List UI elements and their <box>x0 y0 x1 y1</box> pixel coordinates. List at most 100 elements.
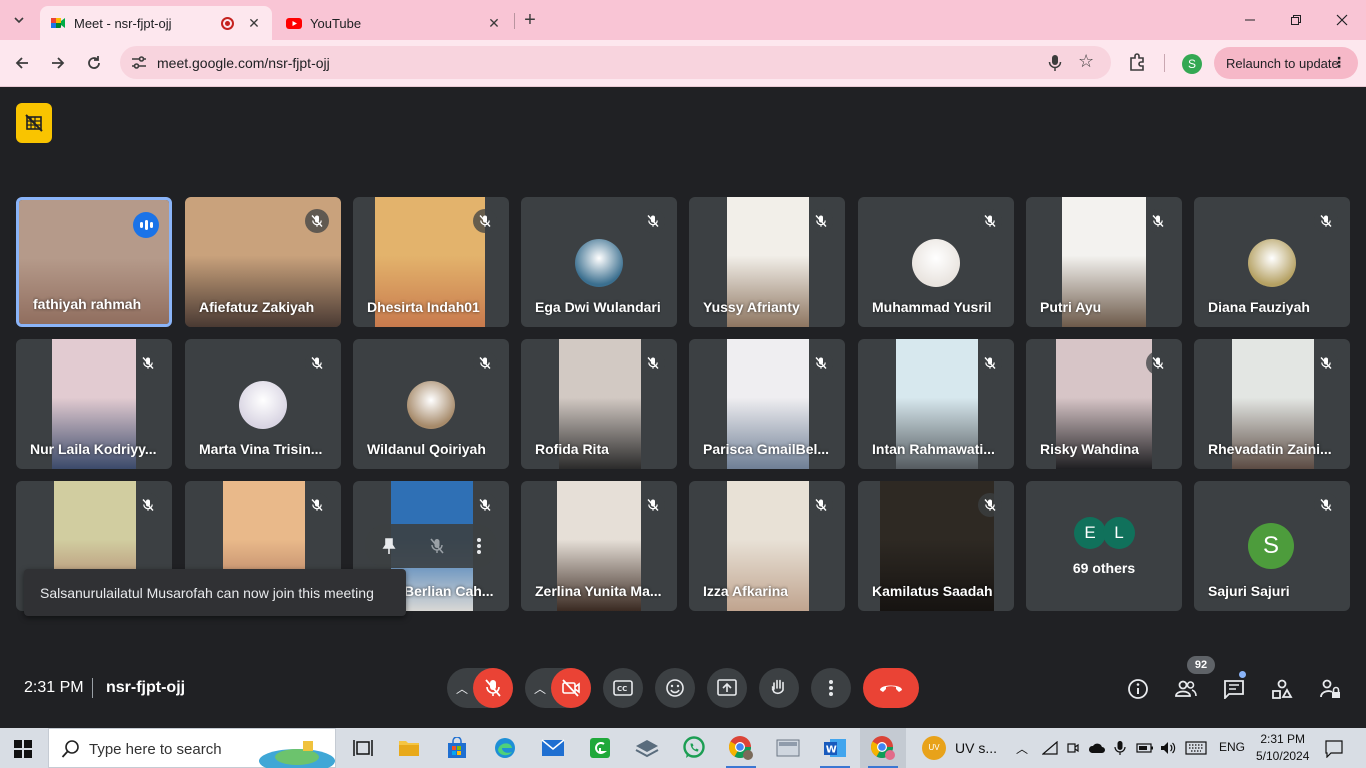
participant-tile[interactable]: Diana Fauziyah <box>1194 197 1350 327</box>
taskbar-search-box[interactable]: Type here to search <box>48 728 336 768</box>
participant-tile[interactable]: Zerlina Yunita Ma... <box>521 481 677 611</box>
taskbar-date: 5/10/2024 <box>1256 749 1310 763</box>
participant-tile[interactable]: Nur Laila Kodriyy... <box>16 339 172 469</box>
participant-tile[interactable]: Wildanul Qoiriyah <box>353 339 509 469</box>
meet-camera-tray-icon[interactable] <box>1066 740 1080 756</box>
tab-divider <box>514 13 515 29</box>
taskbar-edge[interactable] <box>482 728 528 768</box>
participant-tile[interactable]: Rhevadatin Zaini... <box>1194 339 1350 469</box>
muted-mic-icon <box>978 493 1002 517</box>
tab-meet[interactable]: Meet - nsr-fjpt-ojj ✕ <box>40 6 272 40</box>
back-button[interactable] <box>9 50 35 76</box>
taskbar-layers-app[interactable] <box>624 728 670 768</box>
people-button[interactable] <box>1173 676 1199 702</box>
audio-options-chevron-icon[interactable]: ︿ <box>456 680 468 697</box>
tab-youtube[interactable]: YouTube ✕ <box>276 6 512 40</box>
reactions-button[interactable] <box>655 668 695 708</box>
close-tab-icon[interactable]: ✕ <box>246 15 262 32</box>
participant-count-badge: 92 <box>1187 656 1215 674</box>
restore-button[interactable] <box>1276 8 1316 32</box>
camera-toggle-button[interactable] <box>551 668 591 708</box>
taskbar-chrome-active[interactable] <box>860 728 906 768</box>
taskbar-mail[interactable] <box>530 728 576 768</box>
onedrive-cloud-icon[interactable] <box>1088 742 1106 754</box>
taskbar-clock[interactable]: 2:31 PM 5/10/2024 <box>1256 731 1309 765</box>
notification-center-icon[interactable] <box>1325 740 1343 758</box>
forward-button[interactable] <box>45 50 71 76</box>
profile-avatar[interactable]: S <box>1182 54 1202 74</box>
participant-tile[interactable]: Muhammad Yusril <box>858 197 1014 327</box>
search-highlight-illustration-icon <box>259 741 335 768</box>
address-bar[interactable]: meet.google.com/nsr-fjpt-ojj ☆ <box>120 46 1111 79</box>
whatsapp-icon <box>683 736 705 758</box>
participant-tile[interactable]: Marta Vina Trisin... <box>185 339 341 469</box>
participant-tile[interactable]: S Sajuri Sajuri <box>1194 481 1350 611</box>
minimize-icon <box>1245 19 1255 21</box>
extensions-icon[interactable] <box>1128 52 1148 72</box>
participant-tile[interactable]: Afiefatuz Zakiyah <box>185 197 341 327</box>
mute-participant-icon[interactable] <box>428 537 446 555</box>
google-meet-icon <box>51 18 65 28</box>
participant-tile[interactable]: Intan Rahmawati... <box>858 339 1014 469</box>
close-window-button[interactable] <box>1322 8 1362 32</box>
taskbar-file-explorer[interactable] <box>386 728 432 768</box>
uv-app-icon: UV <box>922 736 946 760</box>
pin-icon[interactable] <box>380 537 398 555</box>
participant-tile[interactable]: Parisca GmailBel... <box>689 339 845 469</box>
taskbar-green-app[interactable] <box>577 728 623 768</box>
tab-search-button[interactable] <box>6 7 32 33</box>
keyboard-icon[interactable] <box>1185 741 1207 755</box>
url-text: meet.google.com/nsr-fjpt-ojj <box>157 55 330 71</box>
network-icon[interactable] <box>1042 741 1058 755</box>
microphone-tray-icon[interactable] <box>1114 740 1126 756</box>
present-screen-button[interactable] <box>707 668 747 708</box>
taskbar-chrome-profile[interactable] <box>718 728 764 768</box>
participant-tile[interactable]: Ega Dwi Wulandari <box>521 197 677 327</box>
captions-button[interactable]: CC <box>603 668 643 708</box>
close-tab-icon[interactable]: ✕ <box>486 15 502 32</box>
menu-dots-icon[interactable]: ⋮ <box>1332 54 1346 71</box>
meeting-info-badge[interactable] <box>16 103 52 143</box>
participant-tile[interactable]: fathiyah rahmah <box>16 197 172 327</box>
participant-tile[interactable]: Dhesirta Indah01 <box>353 197 509 327</box>
input-language[interactable]: ENG <box>1219 740 1245 754</box>
microphone-toggle-button[interactable] <box>473 668 513 708</box>
volume-icon[interactable] <box>1160 741 1176 755</box>
taskbar-word[interactable]: W <box>812 728 858 768</box>
camera-off-icon <box>562 679 580 697</box>
tray-expand-icon[interactable]: ︿ <box>1016 740 1028 757</box>
more-options-icon[interactable] <box>476 537 482 555</box>
taskbar-window-thumbnail[interactable] <box>765 728 811 768</box>
participant-avatar <box>239 381 287 429</box>
windows-start-icon[interactable] <box>14 740 32 758</box>
more-options-button[interactable] <box>811 668 851 708</box>
taskbar-whatsapp[interactable] <box>671 728 717 768</box>
participant-name: Diana Fauziyah <box>1208 299 1310 315</box>
participant-tile[interactable]: Putri Ayu <box>1026 197 1182 327</box>
taskbar-store[interactable] <box>434 728 480 768</box>
participant-tile[interactable]: Yussy Afrianty <box>689 197 845 327</box>
others-tile[interactable]: E L 69 others <box>1026 481 1182 611</box>
microphone-icon[interactable] <box>1048 54 1062 72</box>
task-view-button[interactable] <box>340 728 386 768</box>
relaunch-button[interactable]: Relaunch to update ⋮ <box>1214 47 1358 79</box>
video-options-chevron-icon[interactable]: ︿ <box>534 680 546 697</box>
participant-tile[interactable]: Kamilatus Saadah <box>858 481 1014 611</box>
minimize-button[interactable] <box>1230 8 1270 32</box>
others-count-label: 69 others <box>1072 560 1136 576</box>
participant-tile[interactable]: Rofida Rita <box>521 339 677 469</box>
bookmark-star-icon[interactable]: ☆ <box>1078 51 1094 72</box>
battery-icon[interactable] <box>1136 742 1154 754</box>
green-app-icon <box>590 738 610 758</box>
host-controls-button[interactable] <box>1317 676 1343 702</box>
participant-tile[interactable]: Izza Afkarina <box>689 481 845 611</box>
raise-hand-button[interactable] <box>759 668 799 708</box>
activities-button[interactable] <box>1269 676 1295 702</box>
reload-button[interactable] <box>81 50 107 76</box>
taskbar-uv-app[interactable]: UV <box>912 728 956 768</box>
leave-call-button[interactable] <box>863 668 919 708</box>
new-tab-button[interactable]: + <box>519 9 541 31</box>
chat-button[interactable] <box>1221 676 1247 702</box>
participant-tile[interactable]: Risky Wahdina <box>1026 339 1182 469</box>
meeting-details-button[interactable] <box>1125 676 1151 702</box>
